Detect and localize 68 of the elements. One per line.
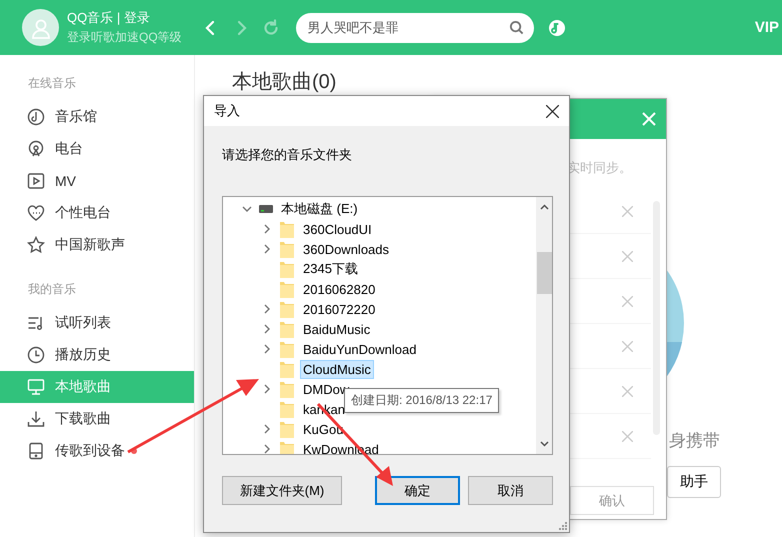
folder-icon	[280, 440, 294, 454]
search-icon[interactable]	[508, 20, 524, 35]
tree-item[interactable]: BaiduMusic	[300, 320, 374, 338]
account-subtitle: 登录听歌加速QQ等级	[67, 29, 182, 46]
scrollbar-thumb[interactable]	[536, 252, 552, 294]
remove-icon[interactable]	[622, 206, 633, 216]
star-icon	[27, 236, 45, 254]
music-note-icon[interactable]	[548, 18, 566, 36]
folder-icon	[280, 300, 294, 318]
section-heading: 在线音乐	[28, 76, 76, 90]
folder-icon	[280, 340, 294, 358]
remove-icon[interactable]	[622, 386, 633, 396]
section-heading: 我的音乐	[28, 282, 76, 296]
tooltip: 创建日期: 2016/8/13 22:17	[344, 388, 500, 413]
page-title: 本地歌曲(0)	[232, 70, 336, 95]
ok-button[interactable]: 确定	[375, 476, 460, 505]
scrollbar[interactable]	[536, 197, 552, 454]
folder-icon	[280, 260, 294, 278]
radio-icon	[27, 140, 45, 158]
tree-item[interactable]: 2345下载	[300, 258, 361, 280]
search-field[interactable]: 男人哭吧不是罪	[296, 12, 534, 42]
folder-icon	[280, 280, 294, 298]
remove-icon[interactable]	[622, 250, 633, 262]
cancel-button[interactable]: 取消	[468, 476, 553, 505]
tree-item[interactable]: CloudMusic	[300, 360, 374, 378]
sidebar-item[interactable]: 播放历史	[0, 339, 194, 371]
tree-item[interactable]: 2016062820	[300, 280, 378, 298]
device-icon	[27, 442, 45, 460]
folder-icon	[280, 320, 294, 338]
download-icon	[27, 410, 45, 428]
folder-icon	[280, 360, 294, 378]
disc-icon	[27, 108, 45, 126]
dialog-title: 导入	[214, 102, 241, 120]
assistant-button[interactable]: 助手	[667, 466, 721, 498]
tree-item[interactable]: BaiduYunDownload	[300, 340, 420, 358]
tree-item[interactable]: 本地磁盘 (E:)	[278, 198, 361, 220]
list-icon	[27, 314, 45, 332]
folder-icon	[280, 240, 294, 258]
caption-text: 身携带	[669, 430, 720, 452]
sidebar-item[interactable]: 个性电台	[0, 197, 194, 229]
folder-icon	[280, 380, 294, 398]
sidebar-item[interactable]: 音乐馆	[0, 101, 194, 133]
tree-item[interactable]: 360CloudUI	[300, 220, 375, 238]
dialog-prompt: 请选择您的音乐文件夹	[222, 147, 352, 162]
remove-icon[interactable]	[622, 296, 633, 306]
monitor-icon	[27, 378, 45, 396]
folder-icon	[280, 420, 294, 438]
video-icon	[27, 172, 45, 190]
close-icon[interactable]	[546, 104, 559, 118]
sidebar-item[interactable]: 中国新歌声	[0, 229, 194, 261]
avatar-icon[interactable]	[22, 9, 59, 46]
folder-icon	[280, 220, 294, 238]
tree-item[interactable]: 360Downloads	[300, 240, 392, 258]
tree-item[interactable]: 2016072220	[300, 300, 378, 318]
sidebar-item[interactable]: MV	[0, 165, 194, 197]
clock-icon	[27, 346, 45, 364]
heart-icon	[27, 204, 45, 222]
remove-icon[interactable]	[622, 430, 633, 442]
chevron-down-icon[interactable]	[540, 439, 548, 448]
new-button[interactable]: 新建文件夹(M)	[222, 476, 342, 505]
drive-icon	[259, 205, 273, 213]
resize-grip-icon[interactable]	[557, 520, 567, 530]
folder-icon	[280, 400, 294, 418]
sidebar-item[interactable]: 下载歌曲	[0, 403, 194, 435]
sidebar-item[interactable]: 试听列表	[0, 307, 194, 339]
sidebar-item[interactable]: 电台	[0, 133, 194, 165]
remove-icon[interactable]	[622, 340, 633, 352]
chevron-up-icon[interactable]	[540, 203, 548, 212]
